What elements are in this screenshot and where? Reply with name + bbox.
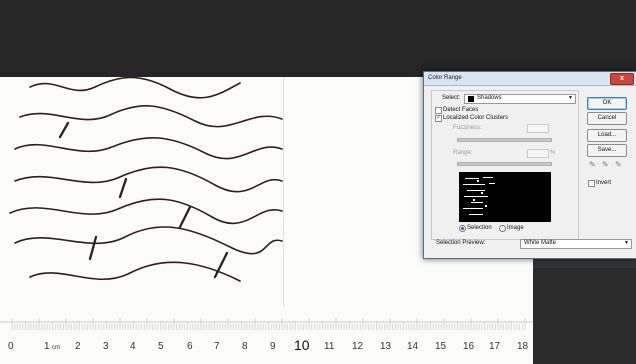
image-radio-label: Image xyxy=(507,225,524,231)
range-slider[interactable] xyxy=(457,162,552,166)
selection-preview xyxy=(459,172,551,222)
ruler-label-9: 9 xyxy=(270,341,276,352)
chevron-down-icon: ▼ xyxy=(624,240,629,246)
save-button[interactable]: Save... xyxy=(587,144,627,157)
ok-button[interactable]: OK xyxy=(587,97,627,110)
selection-preview-dropdown[interactable]: White Matte ▼ xyxy=(520,239,632,249)
dialog-title: Color Range xyxy=(428,75,462,81)
fuzziness-label: Fuzziness: xyxy=(453,125,482,131)
image-radio[interactable] xyxy=(499,225,506,232)
ruler-label-8: 8 xyxy=(242,341,248,352)
fuzziness-field[interactable] xyxy=(527,124,549,133)
cancel-button[interactable]: Cancel xyxy=(587,112,627,125)
eyedropper-minus-icon[interactable]: ✎ xyxy=(615,160,622,169)
selection-preview-value: White Matte xyxy=(524,240,557,246)
select-value: Shadows xyxy=(477,95,502,101)
range-unit-label: % xyxy=(550,150,556,156)
color-range-dialog: Color Range x Select: Shadows ▼ Detect F… xyxy=(423,71,636,259)
ruler-label-16: 16 xyxy=(463,341,475,352)
select-label: Select: xyxy=(442,95,461,101)
close-button[interactable]: x xyxy=(610,73,634,85)
ruler-label-13: 13 xyxy=(380,341,392,352)
eyedropper-plus-icon[interactable]: ✎ xyxy=(602,160,609,169)
invert-label: Invert xyxy=(596,180,612,186)
load-button[interactable]: Load... xyxy=(587,129,627,142)
ruler-label-14: 14 xyxy=(407,341,419,352)
shadows-swatch-icon xyxy=(468,96,474,102)
selection-radio[interactable] xyxy=(459,225,466,232)
ruler-label-6: 6 xyxy=(187,341,193,352)
select-dropdown[interactable]: Shadows ▼ xyxy=(464,94,576,104)
ruler-label-18: 18 xyxy=(517,341,529,352)
ruler-unit-label: cm xyxy=(52,345,60,351)
selection-preview-label: Selection Preview: xyxy=(436,240,486,246)
ruler-label-2: 2 xyxy=(75,341,81,352)
localized-clusters-checkbox[interactable] xyxy=(435,114,442,122)
ruler-label-10: 10 xyxy=(294,337,310,353)
ruler-ticks xyxy=(0,318,533,330)
ruler-label-17: 17 xyxy=(489,341,501,352)
detect-faces-label: Detect Faces xyxy=(443,107,479,113)
ruler-label-12: 12 xyxy=(352,341,364,352)
ruler-numbers: 0 1 cm 2 3 4 5 6 7 8 9 10 11 12 13 14 15… xyxy=(0,336,533,362)
eyedropper-icon[interactable]: ✎ xyxy=(589,160,596,169)
ruler-label-11: 11 xyxy=(324,341,335,352)
ruler-label-4: 4 xyxy=(130,341,136,352)
range-field[interactable] xyxy=(527,149,549,158)
ruler-label-5: 5 xyxy=(158,341,164,352)
workspace-panel-lower xyxy=(533,268,636,364)
fuzziness-slider[interactable] xyxy=(457,138,552,142)
detect-faces-checkbox[interactable] xyxy=(435,107,442,114)
range-label: Range: xyxy=(453,150,473,156)
ruler-label-3: 3 xyxy=(103,341,109,352)
ruler-label-7: 7 xyxy=(214,341,220,352)
ruler-label-1: 1 xyxy=(44,341,50,352)
selection-radio-label: Selection xyxy=(467,225,492,231)
preview-mask-image xyxy=(463,177,495,215)
localized-clusters-label: Localized Color Clusters xyxy=(443,115,509,121)
ruler-label-0: 0 xyxy=(8,341,14,352)
ruler-label-15: 15 xyxy=(435,341,447,352)
chevron-down-icon: ▼ xyxy=(568,95,573,101)
dialog-titlebar[interactable]: Color Range x xyxy=(424,72,636,86)
invert-checkbox[interactable] xyxy=(588,180,595,187)
